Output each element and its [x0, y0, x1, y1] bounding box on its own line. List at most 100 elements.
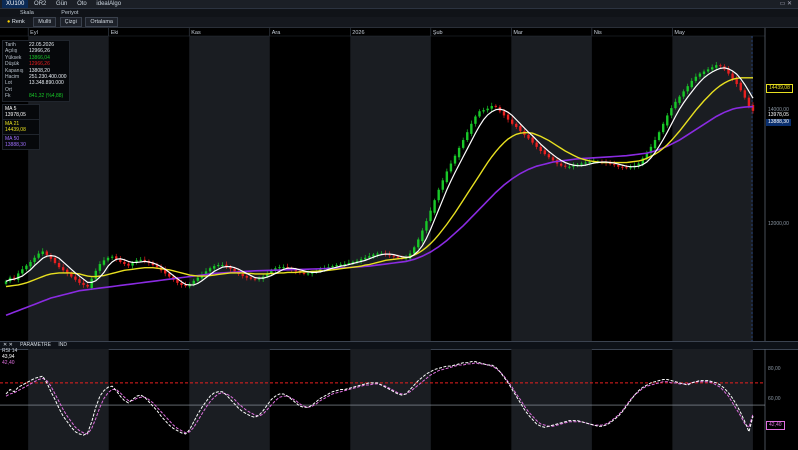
- candle-body: [678, 96, 681, 103]
- candle-body: [392, 255, 395, 257]
- candle-body: [127, 263, 130, 266]
- indicator-ind[interactable]: IND: [55, 342, 70, 348]
- rsi-info: RSI 14 43,94 42,40: [2, 348, 17, 366]
- rsi-month-band: [672, 349, 753, 450]
- candle-body: [466, 132, 469, 141]
- candle-body: [339, 264, 342, 266]
- candle-body: [98, 264, 102, 271]
- candle-body: [657, 132, 661, 141]
- candle-body: [335, 265, 338, 267]
- candle-body: [302, 272, 306, 274]
- info-key: Fk: [5, 93, 11, 100]
- rsi-month-band: [511, 349, 592, 450]
- cizgi-button[interactable]: Çizgi: [59, 17, 82, 27]
- candle-body: [506, 114, 510, 120]
- price-chart-svg: Eyl Eki Kas Ara 2026 Şub Mar Nis May: [0, 28, 766, 341]
- menu-periyot[interactable]: Periyot: [41, 10, 84, 16]
- candle-body: [168, 273, 171, 277]
- month-label: 2026: [352, 30, 364, 36]
- candle-body: [257, 278, 261, 280]
- month-label: Şub: [433, 30, 443, 36]
- toolbar-item-or2[interactable]: OR2: [30, 0, 50, 8]
- tab-renk[interactable]: ● Renk: [2, 17, 30, 27]
- window-controls-icon[interactable]: ▭ ✕: [776, 0, 796, 8]
- candle-body: [580, 163, 583, 165]
- candle-body: [719, 65, 722, 67]
- candle-body: [698, 73, 702, 77]
- candle-body: [702, 71, 706, 74]
- price-label-ma50: 13888,30: [766, 119, 791, 126]
- menu-bar: Skala Periyot: [0, 9, 798, 17]
- ma5-box: MA 5 13978,05: [2, 104, 40, 120]
- price-chart[interactable]: Eyl Eki Kas Ara 2026 Şub Mar Nis May: [0, 28, 798, 341]
- candle-body: [474, 116, 477, 124]
- multi-button[interactable]: Mullti: [33, 17, 57, 27]
- rsi-month-band: [28, 349, 109, 450]
- candle-body: [368, 256, 371, 258]
- candle-body: [208, 268, 212, 272]
- candle-body: [629, 167, 632, 169]
- candle-body: [180, 282, 183, 285]
- rsi-panel-svg[interactable]: [0, 349, 798, 450]
- candle-body: [57, 262, 61, 268]
- indicator-parametre[interactable]: PARAMETRE: [17, 342, 54, 348]
- toolbar-item-idealalgo[interactable]: idealAlgo: [92, 0, 125, 8]
- candle-body: [94, 270, 98, 279]
- info-value: 841,32 (%4,88): [29, 93, 64, 100]
- candle-body: [547, 154, 551, 158]
- candle-body: [192, 280, 195, 284]
- candle-body: [653, 140, 657, 149]
- candle-body: [666, 115, 669, 126]
- toolbar-item-gun[interactable]: Gün: [52, 0, 71, 8]
- candle-body: [102, 260, 106, 265]
- candle-body: [376, 253, 379, 255]
- candle-body: [527, 134, 530, 139]
- candle-body: [739, 82, 742, 91]
- candle-body: [559, 163, 563, 166]
- candle-body: [715, 65, 718, 68]
- candle-body: [510, 119, 514, 124]
- candle-body: [331, 266, 334, 268]
- candle-body: [661, 123, 665, 133]
- rsi-level-60: 60,00: [768, 396, 781, 402]
- candle-body: [196, 277, 200, 281]
- month-band: [511, 36, 592, 341]
- color-dot-icon: ●: [7, 19, 11, 25]
- candle-body: [482, 110, 485, 112]
- candle-body: [470, 123, 473, 134]
- menu-skala[interactable]: Skala: [0, 10, 40, 16]
- candle-body: [625, 167, 628, 169]
- ma50-box: MA 50 13888,30: [2, 134, 40, 150]
- candle-body: [445, 171, 449, 183]
- price-label-ma21: 14439,08: [766, 84, 793, 93]
- candle-body: [217, 265, 220, 267]
- candle-body: [282, 267, 285, 269]
- candle-body: [241, 273, 244, 277]
- candle-body: [735, 78, 738, 85]
- candle-body: [33, 257, 36, 262]
- candle-body: [535, 142, 538, 147]
- candle-body: [731, 73, 734, 79]
- candle-body: [131, 262, 134, 266]
- candle-body: [457, 147, 461, 158]
- candle-body: [412, 247, 416, 254]
- candle-body: [278, 267, 281, 269]
- candle-body: [429, 210, 432, 222]
- info-row: Fk 841,32 (%4,88): [5, 93, 67, 99]
- candle-body: [364, 257, 367, 260]
- symbol-tab[interactable]: XU100: [2, 0, 29, 8]
- candle-body: [710, 67, 714, 70]
- candle-body: [478, 111, 481, 117]
- candle-body: [106, 257, 110, 261]
- candle-body: [543, 150, 547, 155]
- candle-body: [21, 269, 24, 274]
- candle-body: [494, 105, 498, 108]
- candle-body: [86, 284, 89, 287]
- candle-body: [37, 253, 40, 258]
- axis-label-14000: 14000,00: [768, 107, 789, 113]
- candle-body: [110, 256, 114, 258]
- toolbar-item-oto[interactable]: Oto: [73, 0, 91, 8]
- ortalama-button[interactable]: Ortalama: [85, 17, 118, 27]
- candle-body: [25, 265, 28, 270]
- candle-body: [588, 162, 591, 164]
